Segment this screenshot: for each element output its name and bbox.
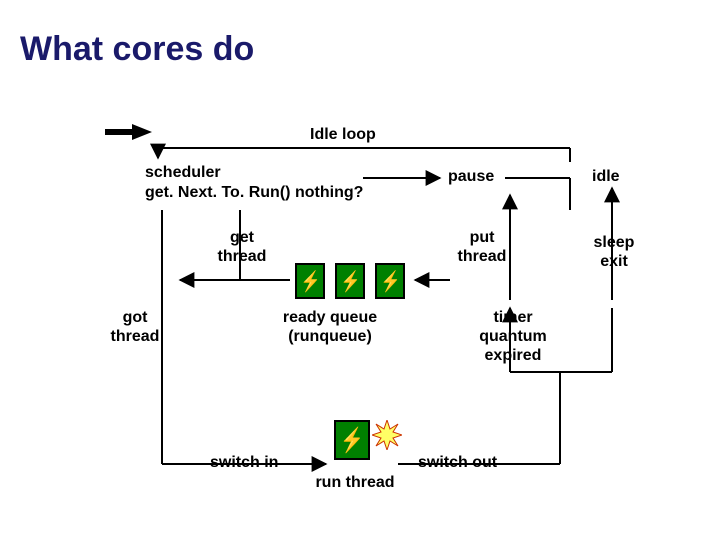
thread-icon: ⚡: [335, 263, 365, 299]
label-pause: pause: [448, 167, 494, 186]
label-run-thread: run thread: [300, 473, 410, 492]
label-put-thread: putthread: [452, 228, 512, 266]
thread-icon: ⚡: [295, 263, 325, 299]
label-idle-loop: Idle loop: [310, 125, 376, 144]
spark-icon: [372, 420, 402, 450]
thread-icon: ⚡: [375, 263, 405, 299]
label-switch-in: switch in: [210, 453, 278, 472]
label-nothing: nothing?: [295, 183, 363, 202]
label-scheduler: scheduler: [145, 163, 221, 182]
page-title: What cores do: [20, 30, 254, 69]
label-getnext: get. Next. To. Run(): [145, 183, 290, 202]
label-timer: timerquantumexpired: [468, 308, 558, 366]
label-got-thread: gotthread: [100, 308, 170, 346]
thread-icon: ⚡: [334, 420, 370, 460]
label-get-thread: getthread: [212, 228, 272, 266]
label-sleep-exit: sleepexit: [584, 233, 644, 271]
label-switch-out: switch out: [418, 453, 497, 472]
label-ready-queue: ready queue(runqueue): [270, 308, 390, 346]
label-idle: idle: [592, 167, 620, 186]
